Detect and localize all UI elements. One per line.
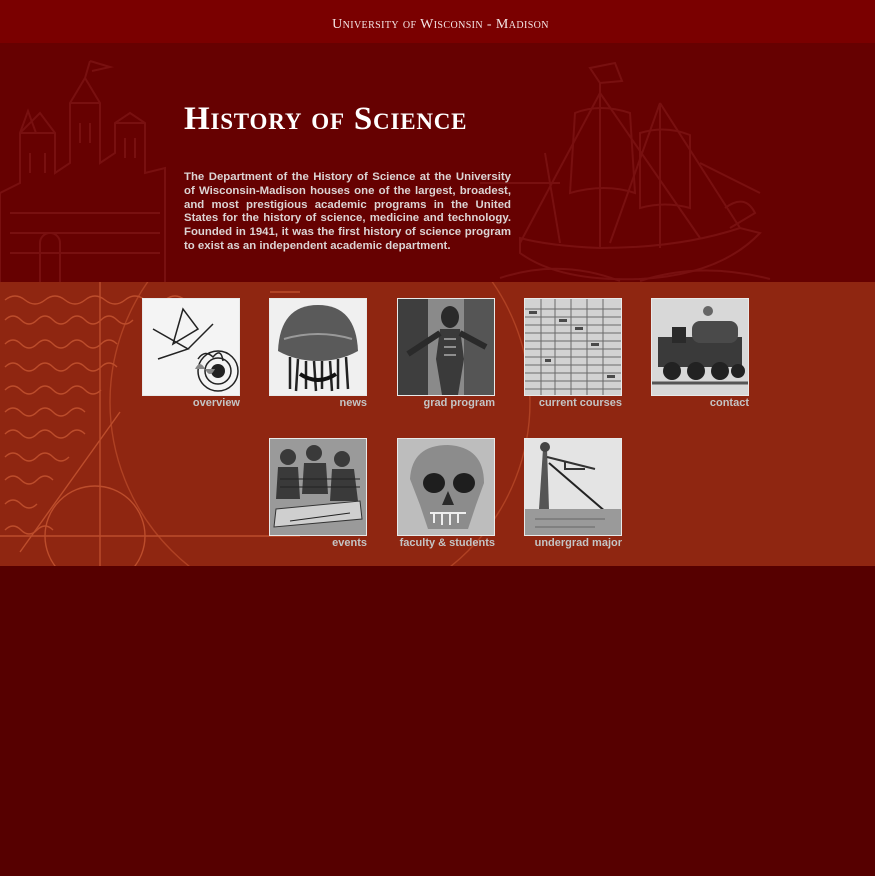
nav-tile-faculty-students[interactable]: faculty & students bbox=[397, 438, 497, 550]
hero-banner: History of Science The Department of the… bbox=[0, 43, 875, 282]
top-bar: University of Wisconsin - Madison bbox=[0, 0, 875, 43]
nav-label-contact[interactable]: contact bbox=[651, 397, 749, 410]
navigation-band: overview news grad program current cours… bbox=[0, 282, 875, 566]
page-title: History of Science bbox=[184, 101, 468, 137]
anatomy-figure-icon[interactable] bbox=[397, 298, 495, 396]
dissection-scene-icon[interactable] bbox=[269, 438, 367, 536]
nav-label-current-courses[interactable]: current courses bbox=[524, 397, 622, 410]
locomotive-icon[interactable] bbox=[651, 298, 749, 396]
nav-tile-current-courses[interactable]: current courses bbox=[524, 298, 624, 410]
astronomical-diagram-icon[interactable] bbox=[142, 298, 240, 396]
nav-tile-overview[interactable]: overview bbox=[142, 298, 242, 410]
skull-icon[interactable] bbox=[397, 438, 495, 536]
nav-label-undergrad-major[interactable]: undergrad major bbox=[524, 537, 622, 550]
jellyfish-icon[interactable] bbox=[269, 298, 367, 396]
ledger-table-icon[interactable] bbox=[524, 298, 622, 396]
nav-label-faculty-students[interactable]: faculty & students bbox=[365, 537, 495, 550]
nav-label-events[interactable]: events bbox=[269, 537, 367, 550]
nav-tile-grad-program[interactable]: grad program bbox=[397, 298, 497, 410]
university-name[interactable]: University of Wisconsin - Madison bbox=[332, 17, 549, 33]
nav-tile-undergrad-major[interactable]: undergrad major bbox=[524, 438, 624, 550]
surveyor-icon[interactable] bbox=[524, 438, 622, 536]
nav-tile-news[interactable]: news bbox=[269, 298, 369, 410]
page: University of Wisconsin - Madison Histor… bbox=[0, 0, 875, 876]
nav-tile-events[interactable]: events bbox=[269, 438, 369, 550]
nav-label-overview[interactable]: overview bbox=[142, 397, 240, 410]
nav-label-grad-program[interactable]: grad program bbox=[397, 397, 495, 410]
department-intro: The Department of the History of Science… bbox=[184, 171, 511, 252]
nav-tile-contact[interactable]: contact bbox=[651, 298, 751, 410]
nav-label-news[interactable]: news bbox=[269, 397, 367, 410]
